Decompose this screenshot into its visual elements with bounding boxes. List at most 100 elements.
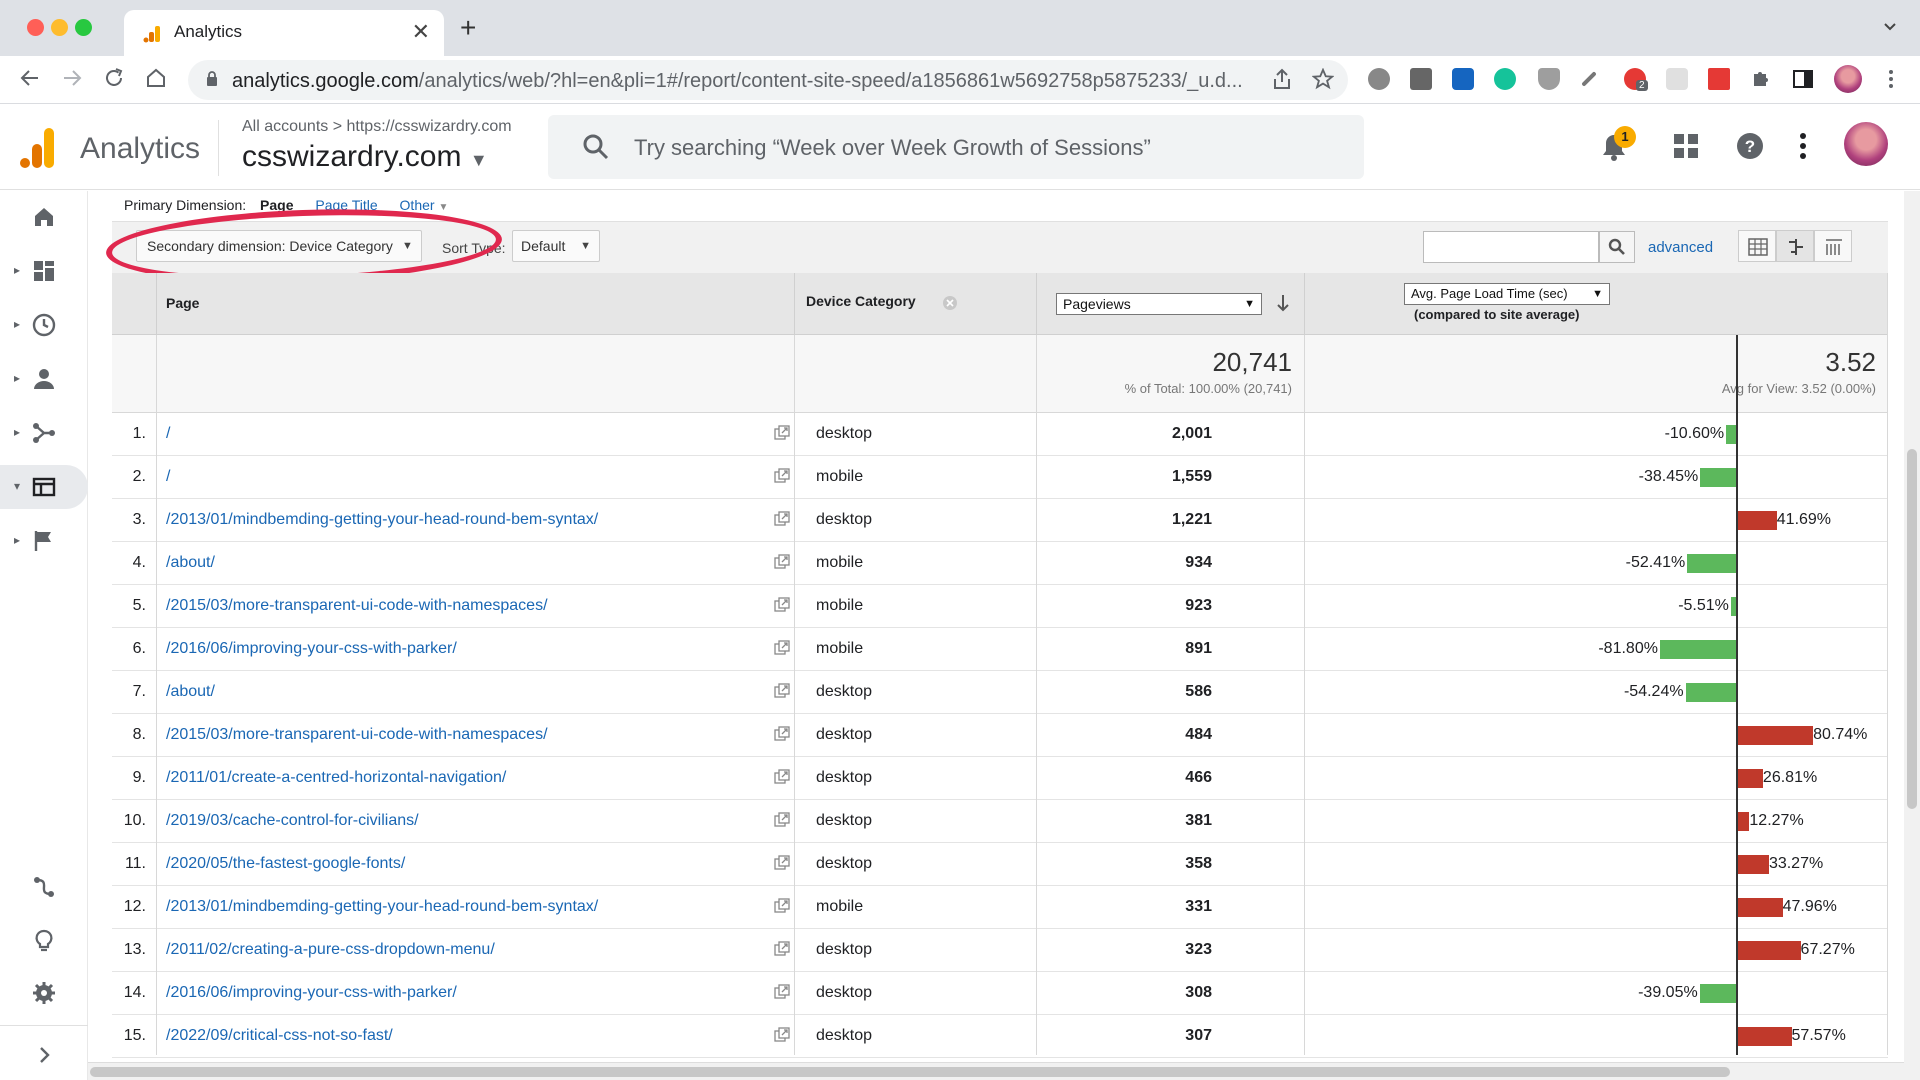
browser-tab[interactable]: Analytics ✕	[124, 10, 444, 56]
page-link[interactable]: /2016/06/improving-your-css-with-parker/	[166, 640, 457, 658]
window-minimize-button[interactable]	[51, 19, 68, 36]
nav-audience[interactable]: ▸	[0, 357, 88, 401]
url-text[interactable]: analytics.google.com/analytics/web/?hl=e…	[232, 70, 1243, 93]
account-avatar[interactable]	[1844, 122, 1888, 166]
open-page-icon[interactable]	[774, 984, 790, 1000]
column-header-page[interactable]: Page	[166, 295, 199, 311]
remove-dimension-icon[interactable]	[942, 295, 958, 311]
analytics-search-box[interactable]: Try searching “Week over Week Growth of …	[548, 115, 1364, 179]
column-separator	[1887, 273, 1888, 1055]
tab-close-icon[interactable]: ✕	[412, 19, 430, 45]
horizontal-scroll-thumb[interactable]	[90, 1067, 1730, 1077]
page-link[interactable]: /2013/01/mindbemding-getting-your-head-r…	[166, 898, 598, 916]
home-page-icon[interactable]	[144, 66, 168, 90]
apps-grid-icon[interactable]	[1672, 132, 1700, 160]
page-link[interactable]: /2022/09/critical-css-not-so-fast/	[166, 1027, 393, 1045]
blank-extension-icon[interactable]	[1666, 68, 1688, 90]
more-options-icon[interactable]	[1796, 132, 1810, 160]
new-tab-button[interactable]: +	[460, 14, 476, 42]
nav-customization[interactable]: ▸	[0, 249, 88, 293]
window-close-button[interactable]	[27, 19, 44, 36]
primary-dimension-other[interactable]: Other ▼	[400, 197, 449, 213]
tab-search-chevron-icon[interactable]	[1882, 18, 1898, 34]
sort-type-dropdown[interactable]: Default ▼	[512, 230, 600, 262]
reload-icon[interactable]	[102, 66, 126, 90]
browser-tab-bar: Analytics ✕ +	[0, 0, 1920, 56]
page-link[interactable]: /2011/02/creating-a-pure-css-dropdown-me…	[166, 941, 495, 959]
table-filter-input[interactable]	[1423, 231, 1599, 263]
property-selector[interactable]: csswizardry.com ▼	[242, 140, 488, 174]
page-link[interactable]: /2016/06/improving-your-css-with-parker/	[166, 984, 457, 1002]
vertical-scroll-thumb[interactable]	[1907, 449, 1917, 809]
page-link[interactable]: /2019/03/cache-control-for-civilians/	[166, 812, 419, 830]
open-page-icon[interactable]	[774, 511, 790, 527]
nav-attribution[interactable]	[0, 865, 88, 909]
page-link[interactable]: /	[166, 425, 170, 443]
nav-behavior[interactable]: ▾	[0, 465, 88, 509]
forward-arrow-icon[interactable]	[60, 66, 84, 90]
open-page-icon[interactable]	[774, 769, 790, 785]
browser-menu-icon[interactable]	[1880, 68, 1902, 90]
open-page-icon[interactable]	[774, 468, 790, 484]
extension-settings-icon[interactable]	[1368, 68, 1390, 90]
adblock-extension-icon[interactable]: 2	[1624, 68, 1648, 91]
grammarly-extension-icon[interactable]	[1494, 68, 1516, 90]
open-page-icon[interactable]	[774, 554, 790, 570]
load-time-comparison-bar	[1738, 812, 1750, 831]
red-square-extension-icon[interactable]	[1708, 68, 1730, 90]
metric-2-select[interactable]: Avg. Page Load Time (sec) ▼	[1404, 283, 1610, 305]
open-page-icon[interactable]	[774, 812, 790, 828]
open-page-icon[interactable]	[774, 683, 790, 699]
table-filter-search-button[interactable]	[1599, 231, 1635, 263]
nav-acquisition[interactable]: ▸	[0, 411, 88, 455]
bookmark-star-icon[interactable]	[1312, 68, 1334, 90]
window-zoom-button[interactable]	[75, 19, 92, 36]
nav-conversions[interactable]: ▸	[0, 519, 88, 563]
load-time-comparison-label: -52.41%	[1625, 554, 1686, 571]
nav-expand[interactable]	[0, 1033, 88, 1077]
metric-1-select[interactable]: Pageviews ▼	[1056, 293, 1262, 315]
open-page-icon[interactable]	[774, 941, 790, 957]
open-page-icon[interactable]	[774, 855, 790, 871]
data-view-button[interactable]	[1738, 230, 1776, 262]
nav-home[interactable]	[0, 195, 88, 239]
share-icon[interactable]	[1272, 68, 1292, 90]
breadcrumb-all-accounts[interactable]: All accounts	[242, 118, 328, 135]
sort-descending-arrow-icon[interactable]	[1276, 293, 1290, 313]
readwise-extension-icon[interactable]	[1452, 68, 1474, 90]
back-arrow-icon[interactable]	[18, 66, 42, 90]
open-page-icon[interactable]	[774, 425, 790, 441]
page-link[interactable]: /2013/01/mindbemding-getting-your-head-r…	[166, 511, 598, 529]
open-page-icon[interactable]	[774, 640, 790, 656]
address-bar[interactable]: analytics.google.com/analytics/web/?hl=e…	[188, 60, 1348, 100]
column-header-device-category[interactable]: Device Category	[806, 293, 916, 309]
side-panel-icon[interactable]	[1792, 68, 1814, 90]
open-page-icon[interactable]	[774, 597, 790, 613]
breadcrumb-site[interactable]: https://csswizardry.com	[347, 118, 512, 135]
open-page-icon[interactable]	[774, 1027, 790, 1043]
shield-extension-icon[interactable]	[1538, 68, 1560, 90]
comparison-view-button[interactable]	[1776, 230, 1814, 262]
open-page-icon[interactable]	[774, 726, 790, 742]
advanced-filter-link[interactable]: advanced	[1648, 239, 1713, 256]
pageviews-cell: 1,221	[1171, 511, 1212, 528]
term-cloud-view-button[interactable]	[1814, 230, 1852, 262]
page-link[interactable]: /2015/03/more-transparent-ui-code-with-n…	[166, 726, 548, 744]
vertical-scrollbar[interactable]	[1904, 191, 1920, 1080]
browser-profile-avatar[interactable]	[1834, 65, 1862, 93]
page-link[interactable]: /about/	[166, 554, 215, 572]
page-link[interactable]: /2020/05/the-fastest-google-fonts/	[166, 855, 405, 873]
camera-extension-icon[interactable]	[1410, 68, 1432, 90]
horizontal-scrollbar[interactable]	[88, 1062, 1904, 1080]
page-link[interactable]: /about/	[166, 683, 215, 701]
page-link[interactable]: /2015/03/more-transparent-ui-code-with-n…	[166, 597, 548, 615]
nav-admin[interactable]	[0, 971, 88, 1015]
nav-realtime[interactable]: ▸	[0, 303, 88, 347]
pin-extension-icon[interactable]	[1581, 71, 1597, 87]
page-link[interactable]: /2011/01/create-a-centred-horizontal-nav…	[166, 769, 506, 787]
puzzle-extensions-icon[interactable]	[1750, 68, 1772, 90]
open-page-icon[interactable]	[774, 898, 790, 914]
nav-discover[interactable]	[0, 919, 88, 963]
page-link[interactable]: /	[166, 468, 170, 486]
help-icon[interactable]: ?	[1736, 132, 1764, 160]
